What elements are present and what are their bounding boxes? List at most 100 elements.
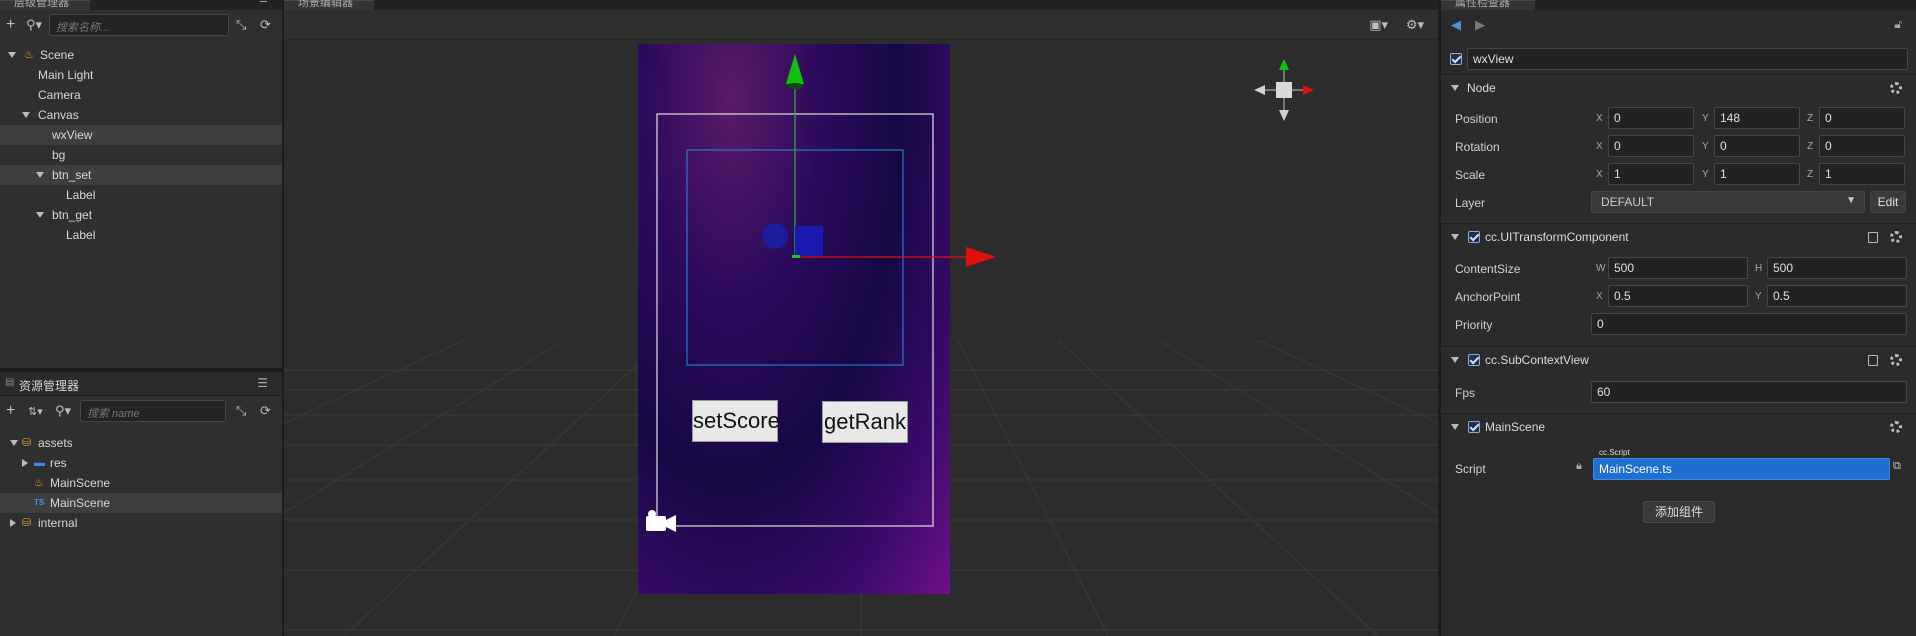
hierarchy-node[interactable]: bg <box>0 145 282 165</box>
scene-flame-icon: ♨ <box>34 477 44 489</box>
camera-icon[interactable] <box>646 510 676 532</box>
sort-icon[interactable]: ⇅▾ <box>28 405 43 419</box>
layer-edit-button[interactable]: Edit <box>1870 191 1906 213</box>
layer-label: Layer <box>1455 196 1486 210</box>
z-axis-box[interactable] <box>795 226 823 256</box>
sub-context-checkbox[interactable] <box>1468 354 1480 366</box>
hierarchy-node-label: Label <box>66 228 96 242</box>
asset-node[interactable]: TS MainScene <box>0 493 282 513</box>
content-size-w-input[interactable]: 500 <box>1608 257 1748 279</box>
ui-transform-header[interactable]: cc.UITransformComponent <box>1441 223 1916 249</box>
chevron-right-icon[interactable] <box>22 459 28 467</box>
position-x-input[interactable]: 0 <box>1608 107 1694 129</box>
layer-select[interactable]: DEFAULT ▼ <box>1591 191 1865 213</box>
scene-editor[interactable]: 场景编辑器 ▣▾ ⚙▾ setScore getRank <box>284 0 1438 636</box>
set-score-button[interactable]: setScore <box>692 400 780 442</box>
main-scene-header[interactable]: MainScene <box>1441 413 1916 439</box>
collapse-all-icon[interactable]: ⤡ <box>236 404 246 418</box>
rotation-y-input[interactable]: 0 <box>1714 135 1800 157</box>
tab-inspector[interactable]: 属性检查器 <box>1441 0 1535 10</box>
assets-search-input[interactable]: 搜索 name <box>80 400 226 422</box>
asset-node[interactable]: ⛁ assets <box>0 433 282 453</box>
scale-z-input[interactable]: 1 <box>1819 163 1905 185</box>
content-size-label: ContentSize <box>1455 262 1521 276</box>
hierarchy-node[interactable]: Label <box>0 185 282 205</box>
rotation-z-input[interactable]: 0 <box>1819 135 1905 157</box>
orientation-gizmo[interactable] <box>1254 59 1314 121</box>
collapse-all-icon[interactable]: ⤡ <box>236 18 246 32</box>
rotation-x-input[interactable]: 0 <box>1608 135 1694 157</box>
hierarchy-node[interactable]: Label <box>0 225 282 245</box>
back-arrow-icon[interactable]: ◀ <box>1451 17 1461 33</box>
assets-menu-icon[interactable]: ☰ <box>257 376 268 390</box>
hierarchy-node[interactable]: Main Light <box>0 65 282 85</box>
position-y-axis: Y <box>1702 113 1709 124</box>
ui-transform-checkbox[interactable] <box>1468 231 1480 243</box>
assets-header: ▤ 资源管理器 ☰ <box>0 372 282 396</box>
anchor-x-axis: X <box>1596 291 1603 302</box>
script-label: Script <box>1455 462 1486 476</box>
node-active-checkbox[interactable] <box>1450 53 1462 65</box>
get-rank-button[interactable]: getRank <box>822 401 908 443</box>
hierarchy-menu-icon[interactable]: ☰ <box>259 0 268 5</box>
chevron-down-icon[interactable] <box>22 112 30 118</box>
add-component-button[interactable]: 添加组件 <box>1643 501 1715 523</box>
help-book-icon[interactable] <box>1868 355 1878 366</box>
y-axis-arrow[interactable] <box>786 54 804 84</box>
chevron-down-icon[interactable] <box>8 52 16 58</box>
position-z-input[interactable]: 0 <box>1819 107 1905 129</box>
asset-node[interactable]: ⛁ internal <box>0 513 282 533</box>
script-locate-icon[interactable]: ⧉ <box>1893 460 1901 473</box>
hierarchy-search-input[interactable]: 搜索名称... <box>49 14 229 36</box>
priority-input[interactable]: 0 <box>1591 313 1907 335</box>
scale-y-input[interactable]: 1 <box>1714 163 1800 185</box>
chevron-down-icon[interactable] <box>36 172 44 178</box>
pivot-handle[interactable] <box>792 255 800 258</box>
refresh-icon[interactable]: ⟳ <box>260 404 271 418</box>
chevron-right-icon[interactable] <box>10 519 16 527</box>
gear-icon[interactable] <box>1890 421 1902 433</box>
tab-hierarchy[interactable]: 层级管理器 <box>0 0 90 10</box>
gear-icon[interactable] <box>1890 82 1902 94</box>
hierarchy-node-label: btn_get <box>52 208 93 222</box>
hierarchy-node[interactable]: ♨ Scene <box>0 45 282 65</box>
chevron-down-icon[interactable] <box>36 212 44 218</box>
refresh-icon[interactable]: ⟳ <box>260 18 271 32</box>
chevron-down-icon <box>1451 234 1459 240</box>
search-dropdown-icon[interactable]: ⚲▾ <box>26 18 42 32</box>
fps-input[interactable]: 60 <box>1591 381 1907 403</box>
x-axis-arrow[interactable] <box>966 247 996 267</box>
rotation-sphere[interactable] <box>762 223 788 249</box>
asset-node[interactable]: ♨ MainScene <box>0 473 282 493</box>
inspector-panel: 属性检查器 ◀ ▶ 🔓︎ wxView Node Position X 0 Y … <box>1441 0 1916 636</box>
search-dropdown-icon[interactable]: ⚲▾ <box>55 404 71 418</box>
main-scene-checkbox[interactable] <box>1468 421 1480 433</box>
hierarchy-node[interactable]: Camera <box>0 85 282 105</box>
gear-icon[interactable] <box>1890 354 1902 366</box>
node-section-header[interactable]: Node <box>1441 74 1916 100</box>
chevron-down-icon <box>1451 85 1459 91</box>
help-book-icon[interactable] <box>1868 232 1878 243</box>
sub-context-header[interactable]: cc.SubContextView <box>1441 346 1916 372</box>
forward-arrow-icon[interactable]: ▶ <box>1475 17 1485 33</box>
script-asset-field[interactable]: MainScene.ts <box>1593 458 1890 480</box>
gear-icon[interactable] <box>1890 231 1902 243</box>
node-name-input[interactable]: wxView <box>1467 48 1908 70</box>
database-icon: ⛁ <box>22 437 32 449</box>
content-size-h-input[interactable]: 500 <box>1767 257 1907 279</box>
scene-flame-icon: ♨ <box>24 49 34 61</box>
anchor-y-input[interactable]: 0.5 <box>1767 285 1907 307</box>
asset-node[interactable]: ▬ res <box>0 453 282 473</box>
chevron-down-icon[interactable] <box>10 440 18 446</box>
hierarchy-node[interactable]: wxView <box>0 125 282 145</box>
scale-x-input[interactable]: 1 <box>1608 163 1694 185</box>
hierarchy-node[interactable]: Canvas <box>0 105 282 125</box>
add-icon[interactable]: + <box>6 17 15 33</box>
hierarchy-node[interactable]: btn_get <box>0 205 282 225</box>
position-y-input[interactable]: 148 <box>1714 107 1800 129</box>
lock-icon[interactable]: 🔓︎ <box>1894 17 1902 32</box>
scale-y-axis: Y <box>1702 169 1709 180</box>
anchor-x-input[interactable]: 0.5 <box>1608 285 1748 307</box>
hierarchy-node[interactable]: btn_set <box>0 165 282 185</box>
add-icon[interactable]: + <box>6 403 15 419</box>
